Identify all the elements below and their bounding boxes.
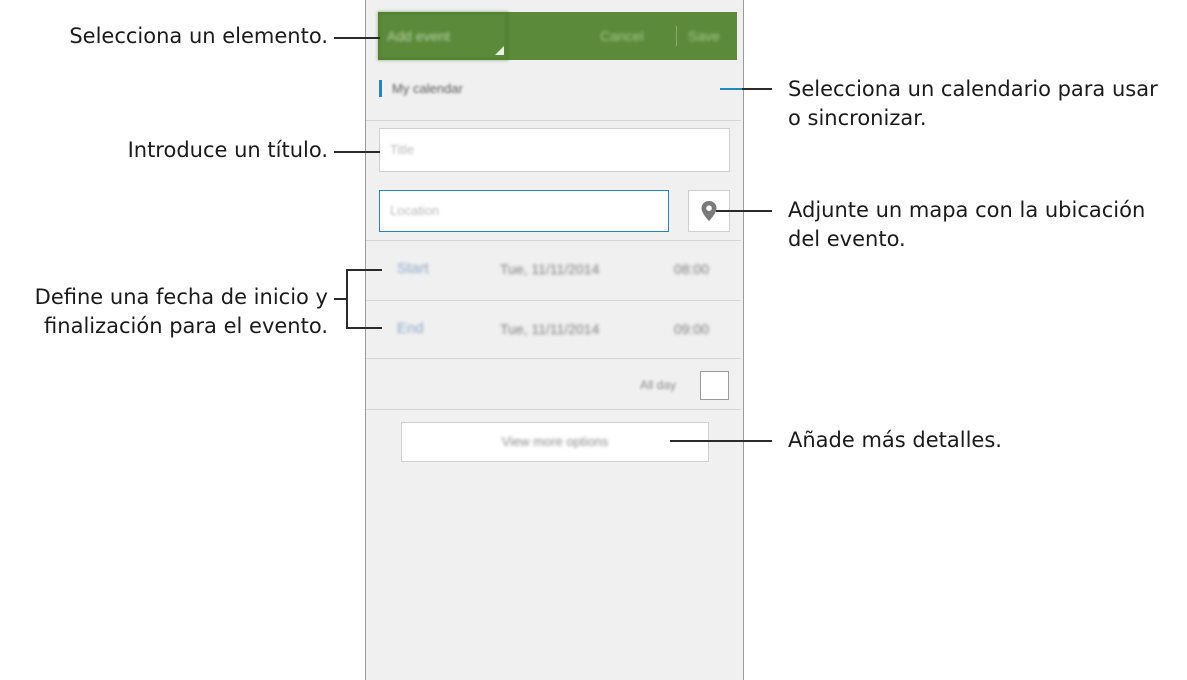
title-placeholder: Title bbox=[390, 142, 415, 157]
divider bbox=[366, 120, 741, 121]
callout-line bbox=[742, 88, 772, 90]
annotation-more-details: Añade más detalles. bbox=[788, 428, 1002, 452]
callout-line bbox=[346, 269, 382, 271]
view-more-options-button[interactable]: View more options bbox=[401, 422, 709, 462]
end-date[interactable]: Tue, 11/11/2014 bbox=[500, 321, 599, 337]
callout-line bbox=[334, 151, 380, 153]
all-day-label: All day bbox=[640, 378, 677, 392]
action-bar-separator bbox=[676, 26, 677, 46]
annotation-calendar-line1: Selecciona un calendario para usar bbox=[788, 77, 1158, 101]
annotation-date-line1: Define una fecha de inicio y bbox=[34, 285, 328, 309]
save-button[interactable]: Save bbox=[688, 12, 720, 60]
action-bar: Add event Cancel Save bbox=[378, 12, 737, 60]
title-input[interactable]: Title bbox=[379, 128, 730, 172]
calendar-selector[interactable]: My calendar bbox=[392, 80, 463, 97]
start-label: Start bbox=[397, 260, 429, 277]
start-time[interactable]: 08:00 bbox=[674, 261, 709, 277]
cancel-button[interactable]: Cancel bbox=[600, 12, 644, 60]
location-input[interactable]: Location bbox=[379, 190, 669, 232]
all-day-checkbox[interactable] bbox=[700, 371, 729, 400]
view-more-options-label: View more options bbox=[501, 434, 609, 449]
end-label: End bbox=[397, 320, 424, 337]
divider bbox=[366, 409, 741, 410]
end-time[interactable]: 09:00 bbox=[674, 321, 709, 337]
annotation-map-line1: Adjunte un mapa con la ubicación bbox=[788, 198, 1146, 222]
phone-screen bbox=[365, 0, 744, 680]
divider bbox=[366, 300, 741, 301]
divider bbox=[366, 358, 741, 359]
location-placeholder: Location bbox=[390, 203, 440, 218]
add-event-dropdown[interactable]: Add event bbox=[378, 12, 508, 60]
callout-bracket bbox=[346, 269, 348, 328]
callout-line-inner bbox=[720, 88, 742, 90]
annotation-map-line2: del evento. bbox=[788, 227, 906, 251]
callout-line bbox=[334, 37, 380, 39]
annotation-date-line2: finalización para el evento. bbox=[44, 314, 328, 338]
calendar-color-bar bbox=[379, 80, 382, 97]
callout-line bbox=[346, 327, 382, 329]
annotation-enter-title: Introduce un título. bbox=[127, 138, 328, 162]
divider bbox=[366, 240, 741, 241]
annotation-calendar-line2: o sincronizar. bbox=[788, 106, 927, 130]
callout-line bbox=[716, 210, 772, 212]
annotation-select-item: Selecciona un elemento. bbox=[69, 24, 328, 48]
dropdown-corner-icon bbox=[495, 46, 504, 55]
callout-line bbox=[670, 440, 772, 442]
start-date[interactable]: Tue, 11/11/2014 bbox=[500, 261, 599, 277]
